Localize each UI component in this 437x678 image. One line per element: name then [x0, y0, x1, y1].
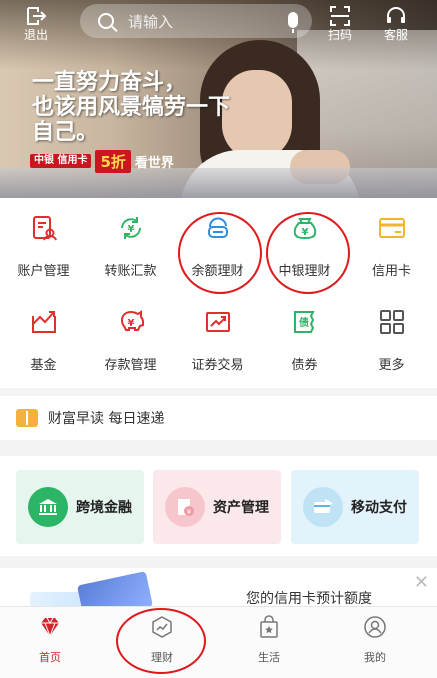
grid-item-transfer[interactable]: ¥ 转账汇款	[87, 198, 174, 288]
card-asset-management[interactable]: ¥ 资产管理	[153, 470, 281, 544]
scan-label: 扫码	[327, 28, 352, 42]
securities-icon	[206, 312, 230, 332]
exit-icon	[27, 7, 47, 25]
banner-line-3: 自己。	[32, 119, 99, 145]
search-placeholder: 请输入	[128, 12, 174, 31]
section-divider	[0, 440, 437, 456]
fund-icon	[32, 311, 56, 333]
tab-finance[interactable]: 理财	[127, 615, 197, 665]
credit-card-icon	[379, 218, 405, 238]
tab-label: 生活	[258, 651, 280, 664]
svg-text:债: 债	[299, 316, 309, 329]
tab-label: 我的	[364, 651, 386, 664]
asset-icon-svg: ¥	[178, 499, 194, 516]
function-grid: 账户管理 ¥ 转账汇款 余额理财 ¥ 中银理财 信用卡 基金 ¥ 存款管理 证券…	[0, 198, 437, 388]
grid-item-bond[interactable]: 债 债券	[261, 292, 348, 382]
grid-item-deposit[interactable]: ¥ 存款管理	[87, 292, 174, 382]
grid-item-balance-finance[interactable]: 余额理财	[174, 198, 261, 288]
scan-button[interactable]: 扫码	[320, 4, 360, 42]
banner-headline: 一直努力奋斗， 也该用风景犒劳一下 自己。	[32, 70, 230, 145]
search-icon	[98, 13, 114, 29]
top-bar: 退出 请输入 扫码 客服	[0, 0, 437, 48]
grid-item-securities[interactable]: 证券交易	[174, 292, 261, 382]
payment-icon	[303, 487, 343, 527]
svg-text:¥: ¥	[128, 224, 135, 235]
search-input[interactable]: 请输入	[80, 4, 312, 38]
service-label: 客服	[383, 28, 408, 42]
card-label: 移动支付	[351, 500, 407, 516]
feature-cards: 跨境金融 ¥ 资产管理 移动支付	[0, 456, 437, 556]
bottom-tab-bar: 首页 理财 生活 我的	[0, 606, 437, 678]
grid-label: 余额理财	[191, 264, 244, 279]
user-icon	[364, 616, 386, 638]
news-text: 财富早读 每日速递	[48, 411, 165, 427]
section-divider	[0, 556, 437, 568]
more-icon	[380, 310, 404, 334]
section-divider	[0, 388, 437, 396]
grid-label: 基金	[30, 358, 57, 373]
bank-icon	[28, 487, 68, 527]
grid-item-boc-finance[interactable]: ¥ 中银理财	[261, 198, 348, 288]
exit-button[interactable]: 退出	[16, 4, 56, 42]
payment-icon-svg	[314, 499, 333, 513]
asset-icon: ¥	[165, 487, 205, 527]
banner-promo: 中银 信用卡 5折 看世界	[30, 149, 174, 173]
close-icon[interactable]: ✕	[414, 572, 429, 593]
card-label: 跨境金融	[76, 500, 132, 516]
tab-life[interactable]: 生活	[234, 615, 304, 665]
scan-icon	[330, 6, 350, 26]
grid-label: 信用卡	[371, 264, 411, 279]
banner-woman-face	[222, 70, 292, 160]
credit-card-graphic	[77, 571, 153, 606]
card-cross-border-finance[interactable]: 跨境金融	[16, 470, 144, 544]
grid-label: 债券	[291, 358, 318, 373]
boc-finance-icon: ¥	[293, 218, 317, 240]
grid-label: 存款管理	[104, 358, 157, 373]
tab-label: 理财	[151, 651, 173, 664]
card-label: 资产管理	[213, 500, 269, 516]
tab-mine[interactable]: 我的	[340, 615, 410, 665]
exit-label: 退出	[23, 28, 48, 42]
grid-label: 更多	[378, 358, 405, 373]
tab-home[interactable]: 首页	[15, 615, 85, 665]
banner-line-2: 也该用风景犒劳一下	[32, 94, 231, 120]
grid-label: 证券交易	[191, 358, 244, 373]
grid-item-credit-card[interactable]: 信用卡	[348, 198, 435, 288]
grid-label: 中银理财	[278, 264, 331, 279]
finance-chart-icon	[152, 616, 172, 638]
transfer-icon: ¥	[121, 217, 141, 239]
svg-text:¥: ¥	[128, 318, 135, 329]
grid-label: 转账汇款	[104, 264, 157, 279]
svg-text:¥: ¥	[302, 227, 309, 238]
grid-item-fund[interactable]: 基金	[0, 292, 87, 382]
bank-icon-svg	[39, 499, 57, 515]
tab-label: 首页	[39, 651, 61, 664]
bond-icon: 债	[294, 311, 315, 333]
banner-bus-rail	[0, 168, 437, 198]
wealth-news-bar[interactable]: 财富早读 每日速递	[0, 396, 437, 440]
home-diamond-icon	[41, 617, 59, 638]
promo-text: 看世界	[134, 155, 174, 171]
svg-text:¥: ¥	[187, 508, 192, 516]
credit-card-promo[interactable]: 您的信用卡预计额度 ✕	[0, 568, 437, 606]
deposit-icon: ¥	[120, 310, 144, 331]
promo-text: 您的信用卡预计额度	[246, 591, 372, 606]
service-button[interactable]: 客服	[376, 4, 416, 42]
headset-icon	[387, 7, 405, 23]
account-icon	[33, 216, 57, 241]
grid-item-account[interactable]: 账户管理	[0, 198, 87, 288]
promo-tag: 中银 信用卡	[30, 154, 92, 168]
microphone-icon[interactable]	[288, 12, 298, 33]
card-mobile-payment[interactable]: 移动支付	[291, 470, 419, 544]
grid-label: 账户管理	[17, 264, 70, 279]
promo-discount: 5折	[95, 149, 131, 173]
shopping-bag-icon	[260, 615, 278, 638]
book-icon	[16, 409, 38, 427]
balance-finance-icon	[208, 217, 228, 238]
grid-item-more[interactable]: 更多	[348, 292, 435, 382]
banner-line-1: 一直努力奋斗，	[32, 69, 187, 95]
